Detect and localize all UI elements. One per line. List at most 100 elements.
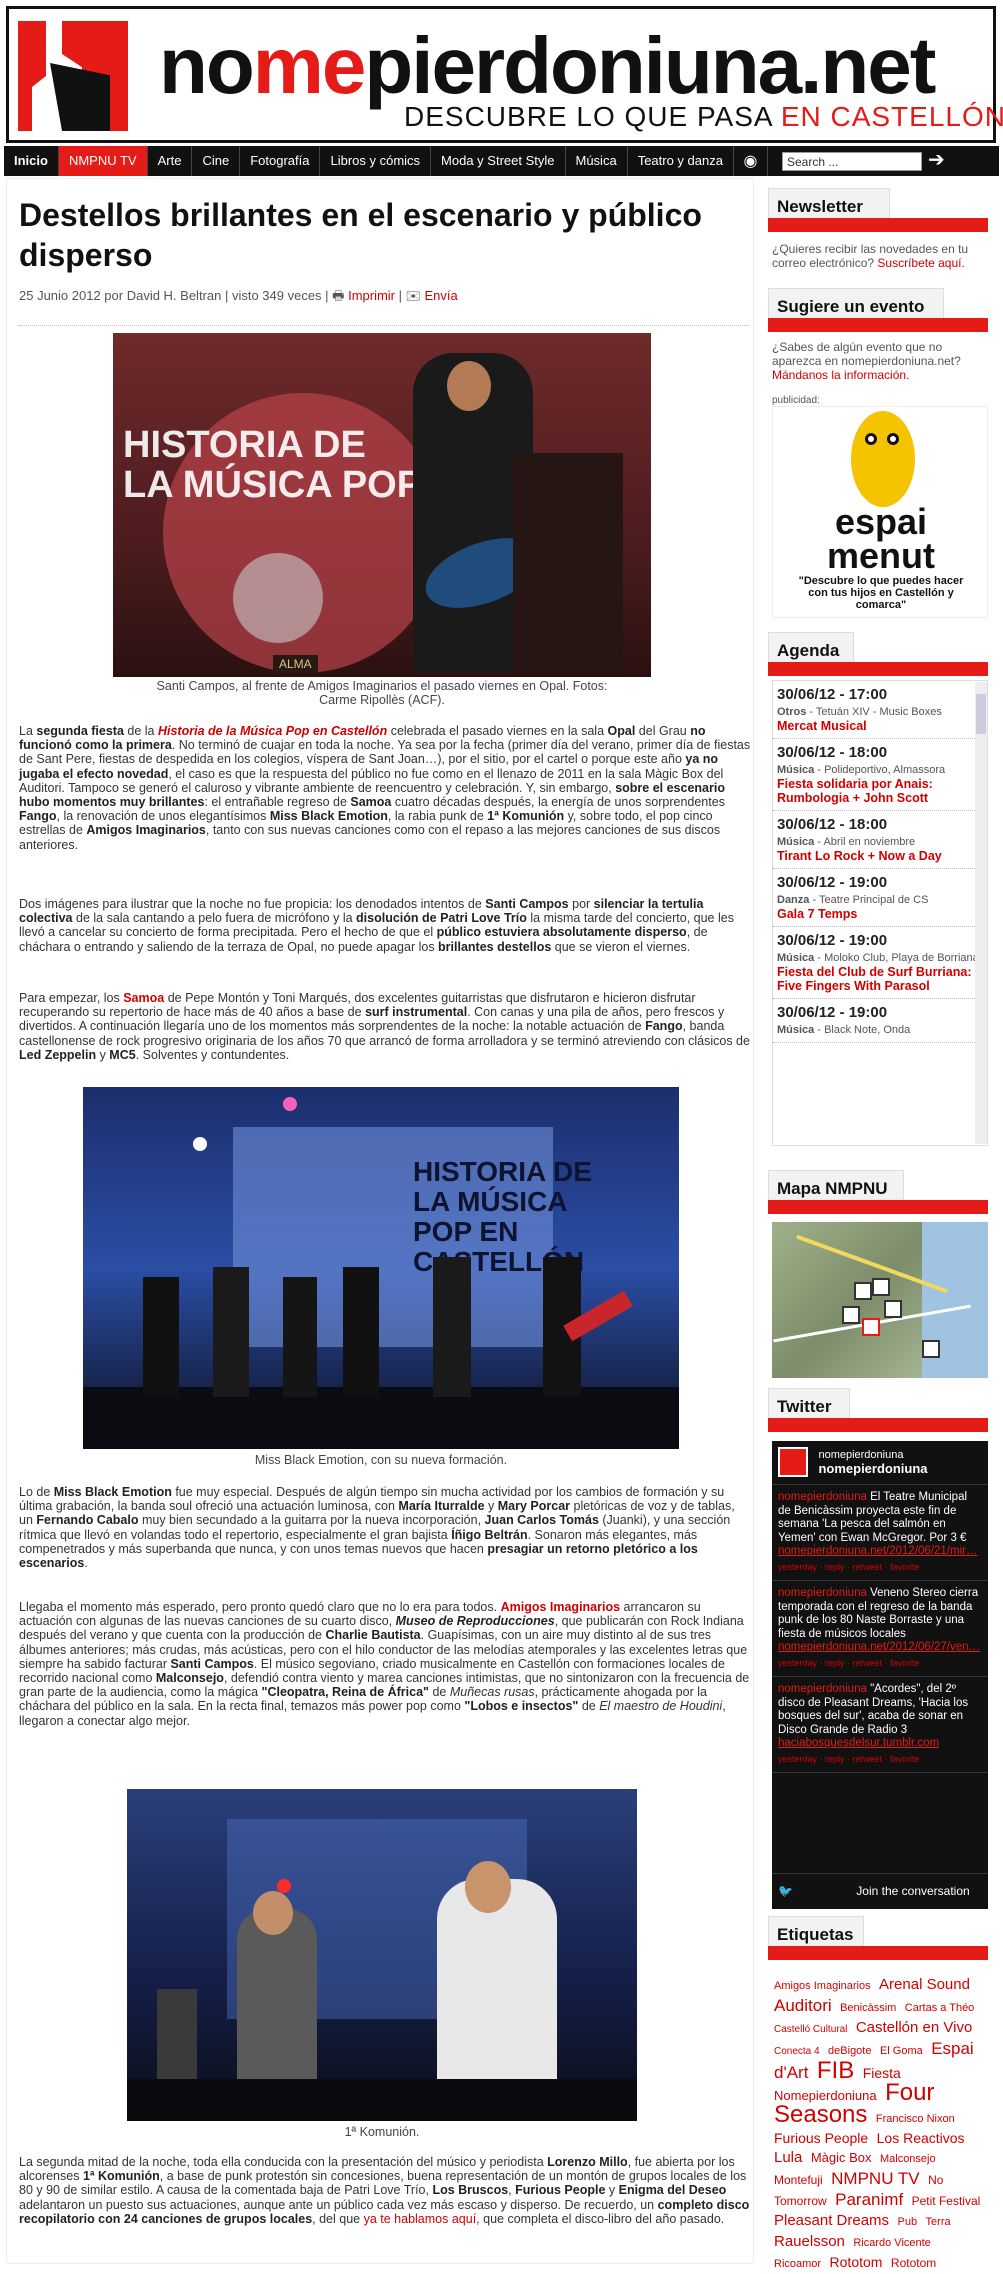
twitter-bird-icon: 🐦 [778,1884,793,1898]
agenda-category: Música - Moloko Club, Playa de Borriana [777,952,979,964]
tag-cloud: Amigos Imaginarios Arenal Sound Auditori… [774,1975,988,2274]
tag-link[interactable]: Amigos Imaginarios [774,1980,871,1992]
agenda-item[interactable]: 30/06/12 - 17:00 Otros - Tetuán XIV - Mus… [773,681,987,739]
nav-item-moda[interactable]: Moda y Street Style [431,146,566,176]
tag-link[interactable]: Cartas a Théo [905,2002,975,2014]
tag-link[interactable]: FIB [817,2057,854,2084]
nav-item-arte[interactable]: Arte [148,146,193,176]
tag-link[interactable]: Francisco Nixon [876,2113,955,2125]
print-link[interactable]: Imprimir [348,288,395,303]
article-paragraph-2: Dos imágenes para ilustrar que la noche … [19,897,734,954]
agenda-date: 30/06/12 - 19:00 [777,874,888,891]
agenda-event-link[interactable]: Fiesta del Club de Surf Burriana: Five F… [777,965,987,993]
agenda-date: 30/06/12 - 18:00 [777,816,888,833]
article-paragraph-3: Para empezar, los Samoa de Pepe Montón y… [19,991,750,1062]
nav-item-teatro[interactable]: Teatro y danza [628,146,734,176]
agenda-scrollbar[interactable] [975,682,987,1144]
tweet: nomepierdoniuna El Teatre Municipal de B… [772,1485,988,1581]
tag-link[interactable]: Castellón en Vivo [856,2019,972,2036]
tweet-actions[interactable]: yesterday · reply · retweet · favorite [778,1657,982,1671]
tag-link[interactable]: Castelló Cultural [774,2024,847,2035]
rss-icon[interactable]: ◉ [734,146,768,176]
tweet-author[interactable]: nomepierdoniuna [778,1683,867,1695]
agenda-event-link[interactable]: Fiesta solidaria por Anais: Rumbologia +… [777,777,987,805]
tweet-author[interactable]: nomepierdoniuna [778,1491,867,1503]
tag-link[interactable]: Arenal Sound [879,1976,970,1993]
tweet-actions[interactable]: yesterday · reply · retweet · favorite [778,1753,982,1767]
twitter-widget: nomepierdoniuna nomepierdoniuna nomepierd… [772,1441,988,1909]
nmpnu-map[interactable] [772,1222,988,1378]
tag-link[interactable]: Paranimf [835,2190,903,2209]
print-icon[interactable]: 🖶 [332,288,344,303]
tag-link[interactable]: Ricardo Vicente [853,2237,930,2249]
newsletter-subscribe-link[interactable]: Suscríbete aquí. [877,256,964,270]
nav-item-fotografia[interactable]: Fotografía [240,146,321,176]
twitter-avatar [778,1447,808,1477]
tag-link[interactable]: Malconsejo [880,2153,936,2165]
tweet-author[interactable]: nomepierdoniuna [778,1587,867,1599]
agenda-category: Música - Abril en noviembre [777,836,916,848]
nav-item-libros[interactable]: Libros y cómics [320,146,432,176]
tag-link[interactable]: Auditori [774,1996,832,2015]
agenda-category: Música - Polideportivo, Almassora [777,764,946,776]
email-icon[interactable]: ✉ [406,288,421,303]
tag-link[interactable]: Conecta 4 [774,2046,820,2057]
search-input[interactable] [781,152,922,171]
search-submit-icon[interactable]: ➔ [928,146,945,176]
article-column: Destellos brillantes en el escenario y p… [6,178,754,2264]
newsletter-text: ¿Quieres recibir las novedades en tu cor… [772,242,969,270]
tag-link[interactable]: Ricoamor [774,2258,821,2270]
agenda-category: Danza - Teatre Principal de CS [777,894,929,906]
tag-link[interactable]: Pub [898,2216,918,2228]
agenda-list: 30/06/12 - 17:00 Otros - Tetuán XIV - Mus… [772,680,988,1146]
tweet: nomepierdoniuna Veneno Stereo cierra tem… [772,1581,988,1677]
tag-link[interactable]: Rototom [891,2256,936,2270]
tweet-link[interactable]: nomepierdoniuna.net/2012/06/27/ven… [778,1641,980,1653]
tag-link[interactable]: Lula [774,2149,802,2166]
agenda-date: 30/06/12 - 18:00 [777,744,888,761]
agenda-item[interactable]: 30/06/12 - 19:00 Danza - Teatre Principal… [773,869,987,927]
main-nav: Inicio NMPNU TV Arte Cine Fotografía Lib… [4,146,999,176]
tag-link[interactable]: Petit Festival [912,2194,981,2208]
tag-link[interactable]: Rauelsson [774,2233,845,2250]
agenda-category: Otros - Tetuán XIV - Music Boxes [777,706,942,718]
tag-link[interactable]: NMPNU TV [831,2169,919,2188]
agenda-event-link[interactable]: Mercat Musical [777,719,987,733]
tag-link[interactable]: Furious People [774,2130,868,2146]
agenda-event-link[interactable]: Gala 7 Temps [777,907,987,921]
site-brand[interactable]: nomepierdoniuna.net [159,21,936,111]
tag-link[interactable]: Benicàssim [840,2002,896,2014]
suggest-event-link[interactable]: Mándanos la información. [772,368,909,382]
site-header: nomepierdoniuna.net DESCUBRE LO QUE PASA… [6,6,1003,143]
article-paragraph-6: La segunda mitad de la noche, toda ella … [19,2155,750,2226]
twitter-profile[interactable]: nomepierdoniuna nomepierdoniuna [772,1441,988,1485]
nav-item-inicio[interactable]: Inicio [4,146,59,176]
tweet-actions[interactable]: yesterday · reply · retweet · favorite [778,1561,982,1575]
nav-item-cine[interactable]: Cine [192,146,241,176]
agenda-event-link[interactable]: Tirant Lo Rock + Now a Day [777,849,987,863]
tag-link[interactable]: Màgic Box [811,2150,872,2165]
espai-menut-ad[interactable]: espai menut "Descubre lo que puedes hacer… [772,406,988,618]
tag-link[interactable]: deBigote [828,2045,871,2057]
tag-link[interactable]: Pleasant Dreams [774,2212,889,2229]
article-meta: 25 Junio 2012 por David H. Beltran | vis… [19,288,458,303]
tag-link[interactable]: Los Reactivos [877,2130,965,2146]
tweet-link[interactable]: haciabosquesdelsur.tumblr.com [778,1737,939,1749]
site-logo[interactable] [18,21,128,131]
tag-link[interactable]: El Goma [880,2045,923,2057]
tag-link[interactable]: Rototom [830,2254,883,2270]
nav-item-musica[interactable]: Música [566,146,628,176]
article-photo-3 [127,1789,637,2121]
nav-item-nmpnu-tv[interactable]: NMPNU TV [58,146,148,176]
article-photo-2: HISTORIA DE LA MÚSICA POP EN CASTELLÓN [83,1087,679,1449]
agenda-item[interactable]: 30/06/12 - 19:00 Música - Black Note, Ond… [773,999,987,1043]
agenda-item[interactable]: 30/06/12 - 19:00 Música - Moloko Club, Pl… [773,927,987,999]
agenda-category: Música - Black Note, Onda [777,1024,911,1036]
agenda-item[interactable]: 30/06/12 - 18:00 Música - Polideportivo, … [773,739,987,811]
tag-link[interactable]: Montefuji [774,2173,823,2187]
tweet-link[interactable]: nomepierdoniuna.net/2012/06/21/mir… [778,1545,977,1557]
tag-link[interactable]: Terra [926,2216,951,2228]
twitter-join-link[interactable]: 🐦 Join the conversation [772,1873,988,1909]
agenda-item[interactable]: 30/06/12 - 18:00 Música - Abril en noviem… [773,811,987,869]
send-link[interactable]: Envía [424,288,457,303]
